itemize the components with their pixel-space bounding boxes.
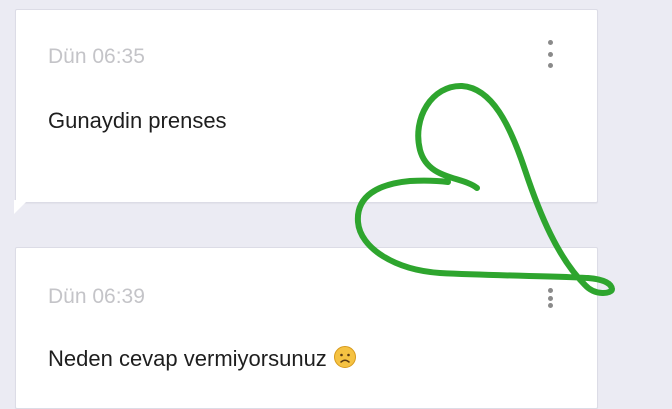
message-timestamp: Dün 06:39 (48, 285, 145, 308)
more-options-icon[interactable] (543, 288, 557, 308)
more-options-icon[interactable] (543, 40, 557, 68)
message-text: Gunaydin prenses (48, 108, 227, 133)
message-timestamp: Dün 06:35 (48, 45, 145, 68)
speech-bubble-tail (14, 200, 28, 214)
message-text-row: Neden cevap vermiyorsunuz (48, 345, 357, 375)
message-card[interactable]: Dün 06:39 Neden cevap vermiyorsunuz (15, 247, 598, 409)
frowning-face-icon (333, 345, 357, 375)
message-text: Neden cevap vermiyorsunuz (48, 346, 327, 371)
message-card[interactable]: Dün 06:35 Gunaydin prenses (15, 9, 598, 203)
